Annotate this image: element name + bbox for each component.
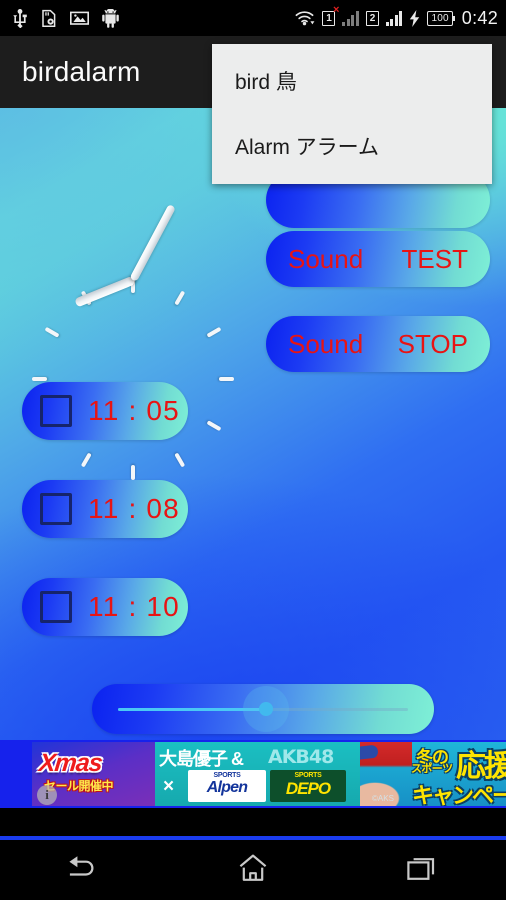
sim1-error-icon: × bbox=[333, 3, 340, 16]
home-icon bbox=[237, 853, 269, 888]
alarm-checkbox[interactable] bbox=[40, 591, 72, 623]
back-icon bbox=[66, 853, 102, 888]
clock-minute-hand bbox=[129, 203, 176, 282]
alarm-time-label: 11 : 10 bbox=[88, 591, 180, 622]
ad-alpen-logo: SPORTS Alpen bbox=[188, 770, 266, 802]
advertisement-banner[interactable]: Xmas セール開催中 i 大島優子 & AKB48 × SPORTS Alpe… bbox=[0, 740, 506, 808]
sim2-indicator: 2 bbox=[365, 10, 379, 26]
ad-info-icon[interactable]: i bbox=[37, 785, 57, 805]
ad-alpen-sports-label: SPORTS bbox=[213, 772, 241, 779]
app-title: birdalarm bbox=[22, 56, 141, 87]
clock-tick bbox=[131, 465, 135, 480]
sim2-signal-bars-icon bbox=[385, 10, 403, 26]
ad-depo-name-label: DEPO bbox=[285, 779, 331, 798]
clock-tick bbox=[44, 326, 60, 338]
sound-test-button[interactable]: Sound TEST bbox=[266, 231, 490, 287]
sound-test-left-label: Sound bbox=[288, 243, 364, 274]
android-robot-icon bbox=[102, 8, 119, 28]
sim2-label: 2 bbox=[369, 12, 376, 24]
alarm-row[interactable]: 11 : 05 bbox=[22, 382, 188, 440]
status-bar-right-icons: 1 × 2 100 0:42 bbox=[294, 4, 498, 29]
sound-stop-right-label: STOP bbox=[397, 328, 468, 359]
back-button[interactable] bbox=[39, 846, 129, 894]
ad-talent-name: 大島優子 & bbox=[159, 749, 244, 769]
ad-campaign-section: 冬の スポーツ 応援 キャンペーン ©AKS bbox=[360, 742, 506, 806]
recents-button[interactable] bbox=[377, 846, 467, 894]
battery-indicator: 100 bbox=[427, 10, 456, 26]
clock-tick bbox=[32, 377, 47, 381]
alarm-time-label: 11 : 05 bbox=[88, 395, 180, 426]
clock-tick bbox=[206, 326, 222, 338]
alarm-row[interactable]: 11 : 10 bbox=[22, 578, 188, 636]
ad-cross-symbol: × bbox=[163, 776, 175, 797]
sim1-indicator: 1 × bbox=[322, 4, 339, 26]
menu-item-alarm[interactable]: Alarm アラーム bbox=[212, 113, 492, 178]
charging-bolt-icon bbox=[409, 9, 420, 27]
ad-group-name: AKB48 bbox=[268, 746, 334, 768]
advertisement-content[interactable]: Xmas セール開催中 i 大島優子 & AKB48 × SPORTS Alpe… bbox=[32, 742, 506, 806]
volume-slider-container[interactable] bbox=[92, 684, 434, 734]
home-button[interactable] bbox=[208, 846, 298, 894]
volume-slider-track[interactable] bbox=[118, 686, 408, 732]
wifi-icon bbox=[294, 9, 315, 27]
ad-goggles-icon bbox=[360, 744, 379, 763]
image-icon bbox=[70, 10, 89, 26]
menu-item-bird[interactable]: bird 鳥 bbox=[212, 48, 492, 113]
status-bar-clock: 0:42 bbox=[461, 7, 498, 28]
ad-headline-campaign: キャンペーン bbox=[412, 783, 506, 806]
sound-stop-left-label: Sound bbox=[288, 328, 364, 359]
alarm-checkbox[interactable] bbox=[40, 493, 72, 525]
status-bar-left-icons bbox=[12, 8, 119, 28]
analog-clock-widget bbox=[28, 180, 238, 480]
sim1-label: 1 bbox=[326, 12, 332, 24]
status-bar: 1 × 2 100 0:42 bbox=[0, 0, 506, 36]
ad-headline-sports: スポーツ bbox=[411, 763, 453, 775]
alarm-time-label: 11 : 08 bbox=[88, 493, 180, 524]
ad-alpen-name-label: Alpen bbox=[206, 779, 248, 796]
navigation-bar bbox=[0, 840, 506, 900]
usb-icon bbox=[12, 8, 28, 28]
clock-tick bbox=[219, 377, 234, 381]
ad-xmas-section: Xmas セール開催中 i bbox=[32, 742, 155, 806]
ad-xmas-title: Xmas bbox=[37, 749, 104, 777]
recents-icon bbox=[406, 854, 438, 887]
alarm-checkbox[interactable] bbox=[40, 395, 72, 427]
ad-copyright: ©AKS bbox=[372, 794, 394, 803]
sound-test-right-label: TEST bbox=[401, 243, 468, 274]
volume-slider-thumb[interactable] bbox=[242, 686, 289, 732]
overflow-menu-popup[interactable]: bird 鳥 Alarm アラーム bbox=[212, 44, 492, 184]
sim1-signal-bars-icon bbox=[342, 10, 359, 26]
sd-card-settings-icon bbox=[41, 9, 57, 28]
ad-depo-sports-label: SPORTS bbox=[294, 772, 322, 779]
alarm-row[interactable]: 11 : 08 bbox=[22, 480, 188, 538]
clock-tick bbox=[174, 290, 186, 306]
sound-stop-button[interactable]: Sound STOP bbox=[266, 316, 490, 372]
phone-screen: 1 × 2 100 0:42 birdalarm Sound TEST Soun… bbox=[0, 0, 506, 900]
ad-brands-section: 大島優子 & AKB48 × SPORTS Alpen SPORTS DEPO bbox=[155, 742, 360, 806]
ad-depo-logo: SPORTS DEPO bbox=[270, 770, 346, 802]
